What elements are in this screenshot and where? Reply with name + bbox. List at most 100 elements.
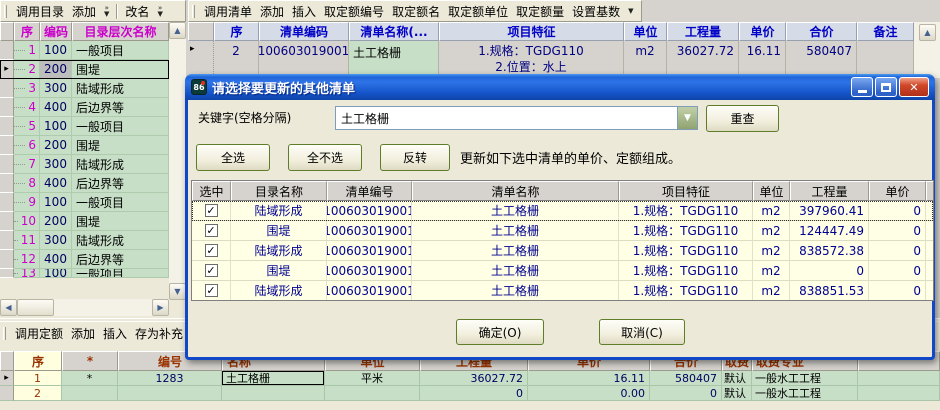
select-all-button[interactable]: 全选	[196, 144, 270, 171]
toolbar-item[interactable]: 存为补充	[131, 327, 187, 341]
toolbar-item[interactable]: 取定额编号	[320, 5, 388, 19]
dialog-rows: ✓陆域形成100603019001土工格栅1.规格：TGDG110m239796…	[192, 201, 933, 301]
quota-row-code: 1283	[118, 371, 222, 386]
toolbar-item[interactable]: 添加	[67, 327, 99, 341]
dialog-row-unit: m2	[753, 261, 790, 281]
scroll-right-button[interactable]: ▶	[152, 299, 169, 316]
catalog-row[interactable]: 6200围堤	[0, 136, 169, 155]
catalog-row-code: 400	[40, 250, 72, 269]
scrollbar-corner	[169, 300, 186, 318]
catalog-row[interactable]: 4400后边界等	[0, 98, 169, 117]
scroll-down-icon: ▼	[174, 287, 180, 296]
toolbar-item[interactable]: 设置基数	[568, 5, 624, 19]
catalog-row[interactable]: 12400后边界等	[0, 250, 169, 269]
quota-row[interactable]: ▸1*1283土工格栅平米36027.7216.11580407默认一般水工工程	[0, 371, 940, 386]
update-dialog: 86 请选择要更新的其他清单 ✕ 关键字(空格分隔) 土工格栅 ▼ 重查 全选 …	[185, 74, 935, 360]
dialog-list-row[interactable]: ✓围堤100603019001土工格栅1.规格：TGDG110m200	[192, 261, 933, 281]
requery-button[interactable]: 重查	[706, 105, 779, 132]
catalog-row-name: 一般项目	[72, 117, 169, 136]
catalog-row[interactable]: 7300陆域形成	[0, 155, 169, 174]
dialog-row-quantity: 124447.49	[790, 221, 869, 241]
scroll-up-button[interactable]: ▲	[919, 24, 936, 41]
catalog-row-code: 100	[40, 117, 72, 136]
column-header-total: 合价	[786, 22, 857, 41]
toolbar-grip[interactable]	[3, 327, 6, 340]
row-pointer-cell	[0, 386, 14, 401]
dialog-row-quantity: 397960.41	[790, 201, 869, 221]
toolbar-item[interactable]: 取定额单位	[444, 5, 512, 19]
list-row[interactable]: ▸ 2 100603019001 土工格栅 1.规格：TGDG110 2.位置：…	[188, 41, 940, 78]
quota-row-price: 0.00	[528, 386, 650, 401]
dialog-row-feature: 1.规格：TGDG110	[619, 221, 753, 241]
toolbar-item[interactable]: 调用定额	[11, 327, 67, 341]
list-panel: 序 清单编码 清单名称(... 项目特征 单位 工程量 单价 合价 备注 ▸ 2…	[188, 22, 940, 78]
dialog-list-row[interactable]: ✓陆域形成100603019001土工格栅1.规格：TGDG110m283885…	[192, 281, 933, 301]
select-none-button[interactable]: 全不选	[288, 144, 362, 171]
toolbar-overflow-button[interactable]: »▼	[153, 5, 166, 17]
catalog-row[interactable]: 9100一般项目	[0, 193, 169, 212]
catalog-row[interactable]: 8400后边界等	[0, 174, 169, 193]
toolbar-item[interactable]: 插入	[288, 5, 320, 19]
catalog-row-seq: 3	[14, 79, 40, 98]
catalog-row[interactable]: 11300陆域形成	[0, 231, 169, 250]
dialog-titlebar[interactable]: 86 请选择要更新的其他清单 ✕	[185, 74, 935, 100]
toolbar-grip[interactable]	[192, 5, 195, 18]
close-button[interactable]: ✕	[899, 77, 929, 97]
row-pointer-cell: ▸	[0, 371, 14, 386]
toolbar-item[interactable]: 添加	[256, 5, 288, 19]
toolbar-grip[interactable]	[4, 5, 7, 18]
minimize-button[interactable]	[851, 77, 873, 97]
vertical-scrollbar[interactable]: ▲	[914, 22, 940, 78]
quota-row-major: 一般水工工程	[752, 386, 858, 401]
vertical-scrollbar[interactable]	[169, 22, 186, 300]
column-header-price: 单价	[869, 181, 926, 201]
row-checkbox[interactable]: ✓	[205, 204, 218, 217]
toolbar-item[interactable]: 调用清单	[200, 5, 256, 19]
scrollbar-thumb[interactable]	[17, 299, 54, 316]
dialog-list-row[interactable]: ✓陆域形成100603019001土工格栅1.规格：TGDG110m283857…	[192, 241, 933, 261]
scroll-down-button[interactable]: ▼	[169, 283, 186, 300]
quota-row-quantity: 0	[420, 386, 528, 401]
checkbox-cell: ✓	[192, 261, 231, 281]
catalog-row[interactable]: 5100一般项目	[0, 117, 169, 136]
cancel-button[interactable]: 取消(C)	[599, 319, 685, 345]
catalog-row[interactable]: 10200围堤	[0, 212, 169, 231]
catalog-row[interactable]: 3300陆域形成	[0, 79, 169, 98]
maximize-button[interactable]	[875, 77, 897, 97]
catalog-row-seq: 6	[14, 136, 40, 155]
column-header-seq: 序	[214, 22, 259, 41]
toolbar-overflow-button[interactable]: ▼	[624, 8, 637, 14]
toolbar-item[interactable]: 添加	[68, 5, 100, 19]
catalog-row[interactable]: 1100一般项目	[0, 41, 169, 60]
row-checkbox[interactable]: ✓	[205, 244, 218, 257]
rename-button[interactable]: 改名	[121, 3, 153, 20]
scroll-up-button[interactable]: ▲	[169, 22, 186, 39]
quota-row-filler	[858, 371, 940, 386]
catalog-row-code: 200	[40, 212, 72, 231]
dialog-list-row[interactable]: ✓陆域形成100603019001土工格栅1.规格：TGDG110m239796…	[192, 201, 933, 221]
dialog-row-dir: 陆域形成	[231, 241, 327, 261]
row-checkbox[interactable]: ✓	[205, 224, 218, 237]
ok-button[interactable]: 确定(O)	[456, 319, 544, 345]
catalog-row[interactable]: 13100一般项目	[0, 269, 169, 278]
dropdown-button[interactable]: ▼	[677, 107, 697, 129]
dialog-row-unit: m2	[753, 221, 790, 241]
toolbar-overflow-button[interactable]: »▼	[100, 5, 113, 17]
row-pointer-cell	[0, 136, 14, 155]
quota-row[interactable]: 200.000默认一般水工工程	[0, 386, 940, 401]
keyword-combobox[interactable]: 土工格栅 ▼	[335, 106, 698, 130]
row-checkbox[interactable]: ✓	[205, 284, 218, 297]
dialog-list-row[interactable]: ✓围堤100603019001土工格栅1.规格：TGDG110m2124447.…	[192, 221, 933, 241]
toolbar-item[interactable]: 调用目录	[12, 5, 68, 19]
toolbar-item[interactable]: 取定额名	[388, 5, 444, 19]
toolbar-separator	[116, 4, 118, 19]
catalog-row[interactable]: ▸2200围堤	[0, 60, 169, 79]
toolbar-item[interactable]: 取定额量	[512, 5, 568, 19]
row-checkbox[interactable]: ✓	[205, 264, 218, 277]
dialog-row-price: 0	[869, 221, 926, 241]
toolbar-item[interactable]: 插入	[99, 327, 131, 341]
feature-line-1: 1.规格：TGDG110	[478, 43, 584, 59]
invert-selection-button[interactable]: 反转	[380, 144, 450, 171]
list-row-total: 580407	[786, 41, 857, 78]
scroll-left-button[interactable]: ◀	[0, 299, 17, 316]
